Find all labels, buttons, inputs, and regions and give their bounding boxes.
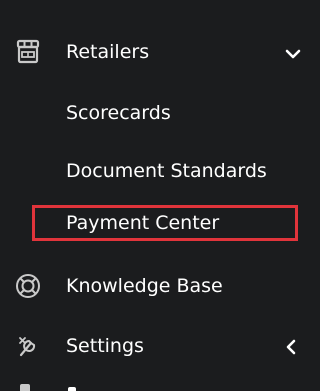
sidebar-nav: Retailers Scorecards Document Standards … bbox=[0, 0, 317, 391]
sidebar-item-partial[interactable] bbox=[0, 376, 317, 391]
sidebar-subitem-document-standards[interactable]: Document Standards bbox=[0, 145, 317, 197]
sidebar-subitem-scorecards[interactable]: Scorecards bbox=[0, 87, 317, 139]
sidebar-subitem-label: Scorecards bbox=[66, 102, 171, 124]
sidebar-item-label: Settings bbox=[66, 335, 144, 357]
sidebar-subitem-label: Document Standards bbox=[66, 160, 267, 182]
sidebar-item-retailers[interactable]: Retailers bbox=[0, 24, 317, 80]
chevron-down-icon[interactable] bbox=[283, 44, 303, 64]
highlight-box bbox=[32, 205, 298, 241]
storefront-icon bbox=[14, 38, 42, 66]
partial-label-fragment bbox=[68, 387, 76, 391]
partial-icon bbox=[20, 384, 30, 391]
sidebar-item-label: Retailers bbox=[66, 41, 150, 63]
chevron-left-icon[interactable] bbox=[281, 337, 301, 357]
sidebar-item-knowledge-base[interactable]: Knowledge Base bbox=[0, 258, 317, 314]
tools-icon bbox=[14, 332, 42, 360]
sidebar-item-label: Knowledge Base bbox=[66, 275, 223, 297]
lifebuoy-icon bbox=[14, 272, 42, 300]
sidebar-item-settings[interactable]: Settings bbox=[0, 318, 317, 374]
